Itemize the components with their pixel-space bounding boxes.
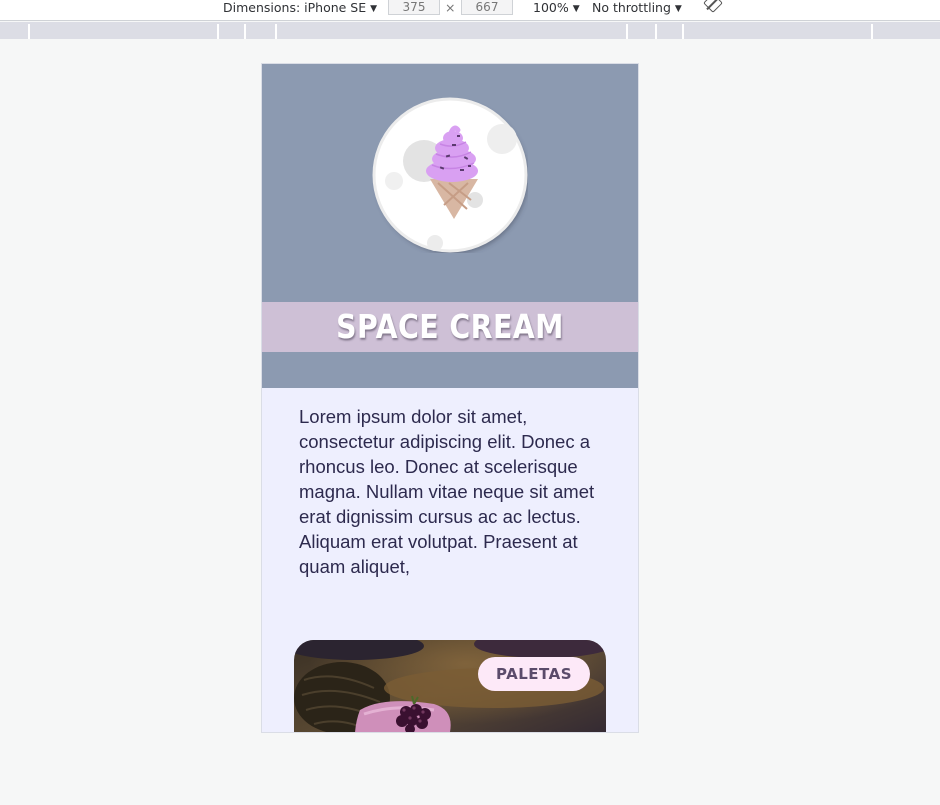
chevron-down-icon: ▼	[674, 4, 682, 14]
hero-header: SPACE CREAM	[262, 64, 638, 388]
chevron-down-icon: ▼	[572, 4, 580, 14]
intro-paragraph: Lorem ipsum dolor sit amet, consectetur …	[299, 406, 595, 577]
logo[interactable]	[372, 97, 528, 253]
rotate-icon[interactable]	[703, 0, 723, 13]
device-selector[interactable]: Dimensions: iPhone SE ▼	[223, 0, 377, 18]
media-query-ruler[interactable]	[0, 22, 940, 39]
ruler-tick	[871, 24, 873, 39]
device-viewport[interactable]: SPACE CREAM Lorem ipsum dolor sit amet, …	[262, 64, 638, 732]
devtools-device-toolbar: Dimensions: iPhone SE ▼ 375 × 667 100% ▼ N…	[0, 0, 940, 21]
width-input[interactable]: 375	[388, 0, 440, 15]
throttling-selector[interactable]: No throttling ▼	[592, 0, 682, 18]
ruler-tick	[655, 24, 657, 39]
chevron-down-icon: ▼	[370, 4, 378, 14]
ruler-tick	[217, 24, 219, 39]
ruler-tick	[28, 24, 30, 39]
ruler-tick	[275, 24, 277, 39]
zoom-selector[interactable]: 100% ▼	[533, 0, 580, 18]
height-input[interactable]: 667	[461, 0, 513, 15]
ice-cream-cone-icon	[372, 97, 528, 253]
brand-title: SPACE CREAM	[336, 307, 564, 346]
throttling-label: No throttling	[592, 0, 671, 15]
ruler-tick	[244, 24, 246, 39]
card-label-badge[interactable]: PALETAS	[478, 657, 590, 691]
device-selector-label: Dimensions: iPhone SE	[223, 0, 367, 15]
zoom-label: 100%	[533, 0, 569, 15]
product-card-paletas[interactable]: PALETAS	[294, 640, 606, 732]
ruler-tick	[626, 24, 628, 39]
ruler-tick	[682, 24, 684, 39]
title-band: SPACE CREAM	[262, 302, 638, 352]
times-separator: ×	[445, 0, 456, 15]
